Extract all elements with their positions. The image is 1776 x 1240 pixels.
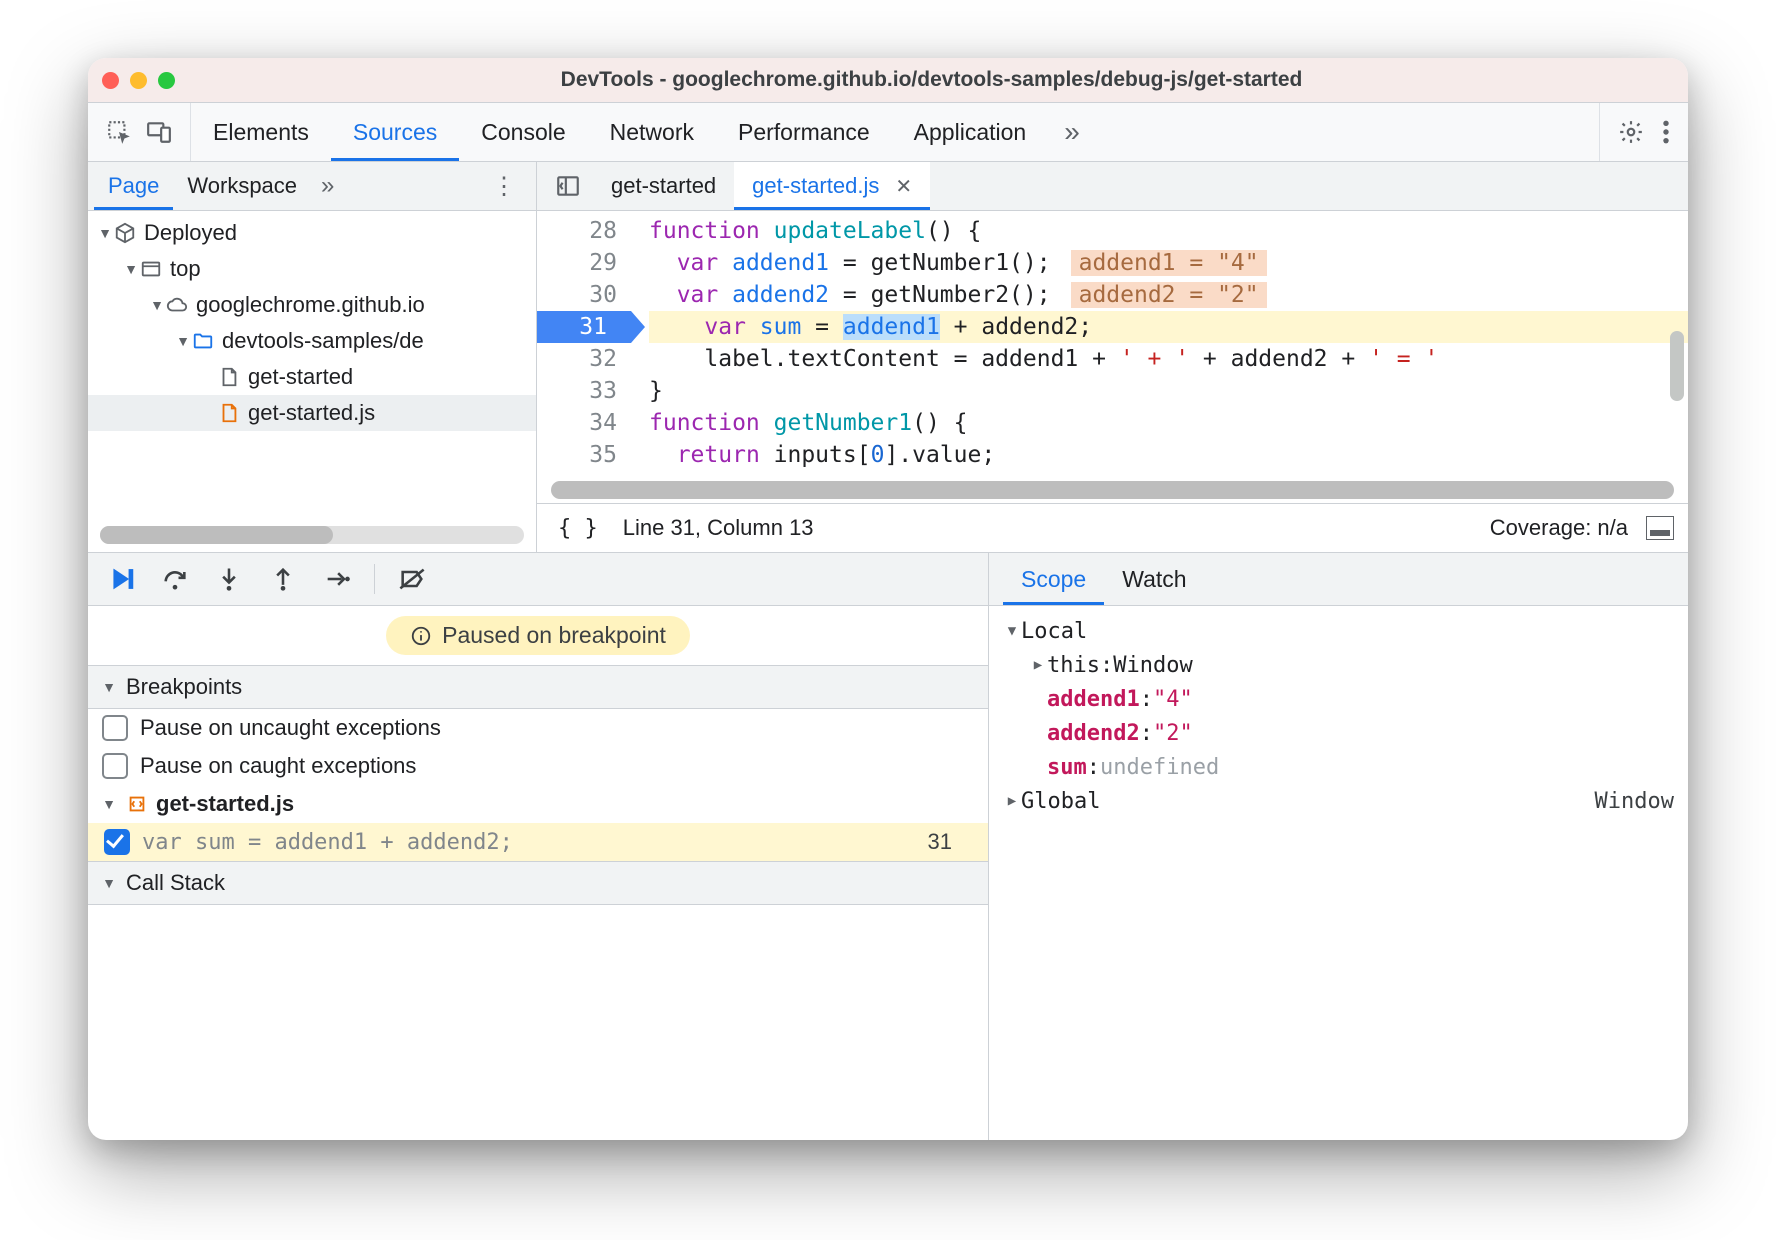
checkbox-icon[interactable] (102, 753, 128, 779)
step-into-button[interactable] (206, 559, 252, 599)
editor-tab[interactable]: get-started (593, 162, 734, 210)
panel-tabs: ElementsSourcesConsoleNetworkPerformance… (88, 103, 1688, 162)
pretty-print-button[interactable]: { } (551, 513, 605, 544)
scope-local-header[interactable]: ▼Local (1003, 614, 1674, 648)
step-button[interactable] (314, 559, 360, 599)
panel-overflow-button[interactable]: » (1048, 103, 1096, 161)
scope-variable-row[interactable]: addend2: "2" (1003, 716, 1674, 750)
tree-label: top (170, 256, 201, 282)
tree-label: get-started (248, 364, 353, 390)
tree-top[interactable]: ▼ top (88, 251, 536, 287)
inline-value: addend1 = "4" (1071, 250, 1267, 276)
devtools-window: DevTools - googlechrome.github.io/devtoo… (88, 58, 1688, 1140)
checkbox-checked-icon[interactable] (104, 829, 130, 855)
close-tab-icon[interactable]: ✕ (895, 174, 912, 199)
navigator-tab-workspace[interactable]: Workspace (173, 162, 311, 210)
sidebar-tab-scope[interactable]: Scope (1003, 553, 1104, 605)
panel-tab-sources[interactable]: Sources (331, 103, 459, 161)
inspect-element-icon[interactable] (106, 119, 132, 145)
code-line[interactable]: var addend2 = getNumber2();addend2 = "2" (649, 279, 1688, 311)
minimize-window-button[interactable] (130, 72, 147, 89)
tree-label: Deployed (144, 220, 237, 246)
editor-tab[interactable]: get-started.js✕ (734, 162, 930, 210)
panel-tab-elements[interactable]: Elements (191, 103, 331, 161)
tree-folder[interactable]: ▼ devtools-samples/de (88, 323, 536, 359)
document-icon (218, 366, 240, 388)
breakpoint-file-header[interactable]: ▼ get-started.js (88, 785, 988, 823)
frame-icon (140, 258, 162, 280)
file-tree[interactable]: ▼ Deployed ▼ top ▼ googlechrome.github.i… (88, 211, 536, 518)
code-line[interactable]: var sum = addend1 + addend2; (649, 311, 1688, 343)
panel-tab-network[interactable]: Network (588, 103, 716, 161)
code-editor[interactable]: 2829303132333435 function updateLabel() … (537, 211, 1688, 477)
device-toolbar-icon[interactable] (146, 119, 172, 145)
tree-label: googlechrome.github.io (196, 292, 425, 318)
step-over-button[interactable] (152, 559, 198, 599)
settings-icon[interactable] (1618, 119, 1644, 145)
scope-variable-row[interactable]: sum: undefined (1003, 750, 1674, 784)
resume-button[interactable] (98, 559, 144, 599)
call-stack-header[interactable]: ▼Call Stack (88, 861, 988, 905)
breakpoint-line-number: 31 (928, 829, 972, 855)
navigator-pane: PageWorkspace » ⋮ ▼ Deployed ▼ top (88, 162, 537, 552)
window-title: DevTools - googlechrome.github.io/devtoo… (189, 68, 1674, 92)
tree-label: get-started.js (248, 400, 375, 426)
panel-tab-application[interactable]: Application (892, 103, 1049, 161)
debugger-pane: Paused on breakpoint ▼Breakpoints Pause … (88, 553, 989, 1140)
panel-tab-performance[interactable]: Performance (716, 103, 892, 161)
navigator-menu-button[interactable]: ⋮ (478, 172, 530, 201)
editor-pane: get-startedget-started.js✕ 2829303132333… (537, 162, 1688, 552)
step-out-button[interactable] (260, 559, 306, 599)
navigator-hscrollbar[interactable] (100, 526, 524, 544)
editor-hscrollbar[interactable] (551, 481, 1674, 499)
script-icon (126, 793, 148, 815)
traffic-lights (102, 72, 175, 89)
tree-deployed[interactable]: ▼ Deployed (88, 215, 536, 251)
coverage-status: Coverage: n/a (1490, 515, 1628, 541)
breakpoints-header[interactable]: ▼Breakpoints (88, 666, 988, 709)
code-line[interactable]: var addend1 = getNumber1();addend1 = "4" (649, 247, 1688, 279)
breakpoint-entry[interactable]: var sum = addend1 + addend2; 31 (88, 823, 988, 861)
code-line[interactable]: function updateLabel() { (649, 215, 1688, 247)
zoom-window-button[interactable] (158, 72, 175, 89)
scope-this-row[interactable]: ▶this: Window (1003, 648, 1674, 682)
tree-origin[interactable]: ▼ googlechrome.github.io (88, 287, 536, 323)
scope-global-header[interactable]: ▶GlobalWindow (1003, 784, 1674, 818)
debugger-toolbar (88, 553, 988, 606)
checkbox-icon[interactable] (102, 715, 128, 741)
code-line[interactable]: label.textContent = addend1 + ' + ' + ad… (649, 343, 1688, 375)
code-line[interactable]: } (649, 375, 1688, 407)
editor-vscroll-thumb[interactable] (1670, 331, 1684, 401)
toggle-drawer-button[interactable] (1646, 516, 1674, 540)
panel-tab-console[interactable]: Console (459, 103, 587, 161)
tree-file-html[interactable]: get-started (88, 359, 536, 395)
navigator-overflow-button[interactable]: » (311, 172, 344, 200)
script-icon (218, 402, 240, 424)
code-line[interactable]: return inputs[0].value; (649, 439, 1688, 471)
scope-pane: ScopeWatch ▼Local ▶this: Window addend1:… (989, 553, 1688, 1140)
sidebar-tab-watch[interactable]: Watch (1104, 553, 1204, 605)
info-icon (410, 625, 432, 647)
cursor-position: Line 31, Column 13 (623, 515, 814, 541)
close-window-button[interactable] (102, 72, 119, 89)
folder-icon (192, 330, 214, 352)
code-line[interactable]: function getNumber1() { (649, 407, 1688, 439)
deployed-icon (114, 222, 136, 244)
paused-message: Paused on breakpoint (442, 622, 666, 649)
tree-label: devtools-samples/de (222, 328, 424, 354)
scope-variable-row[interactable]: addend1: "4" (1003, 682, 1674, 716)
titlebar: DevTools - googlechrome.github.io/devtoo… (88, 58, 1688, 103)
pause-uncaught-row[interactable]: Pause on uncaught exceptions (88, 709, 988, 747)
toggle-navigator-button[interactable] (543, 162, 593, 210)
editor-statusbar: { } Line 31, Column 13 Coverage: n/a (537, 503, 1688, 552)
paused-banner: Paused on breakpoint (88, 606, 988, 666)
inline-value: addend2 = "2" (1071, 282, 1267, 308)
deactivate-breakpoints-button[interactable] (389, 559, 435, 599)
pause-caught-row[interactable]: Pause on caught exceptions (88, 747, 988, 785)
kebab-menu-icon[interactable] (1662, 119, 1670, 145)
cloud-icon (166, 294, 188, 316)
navigator-tab-page[interactable]: Page (94, 162, 173, 210)
inspect-tools (88, 103, 191, 161)
tree-file-js[interactable]: get-started.js (88, 395, 536, 431)
